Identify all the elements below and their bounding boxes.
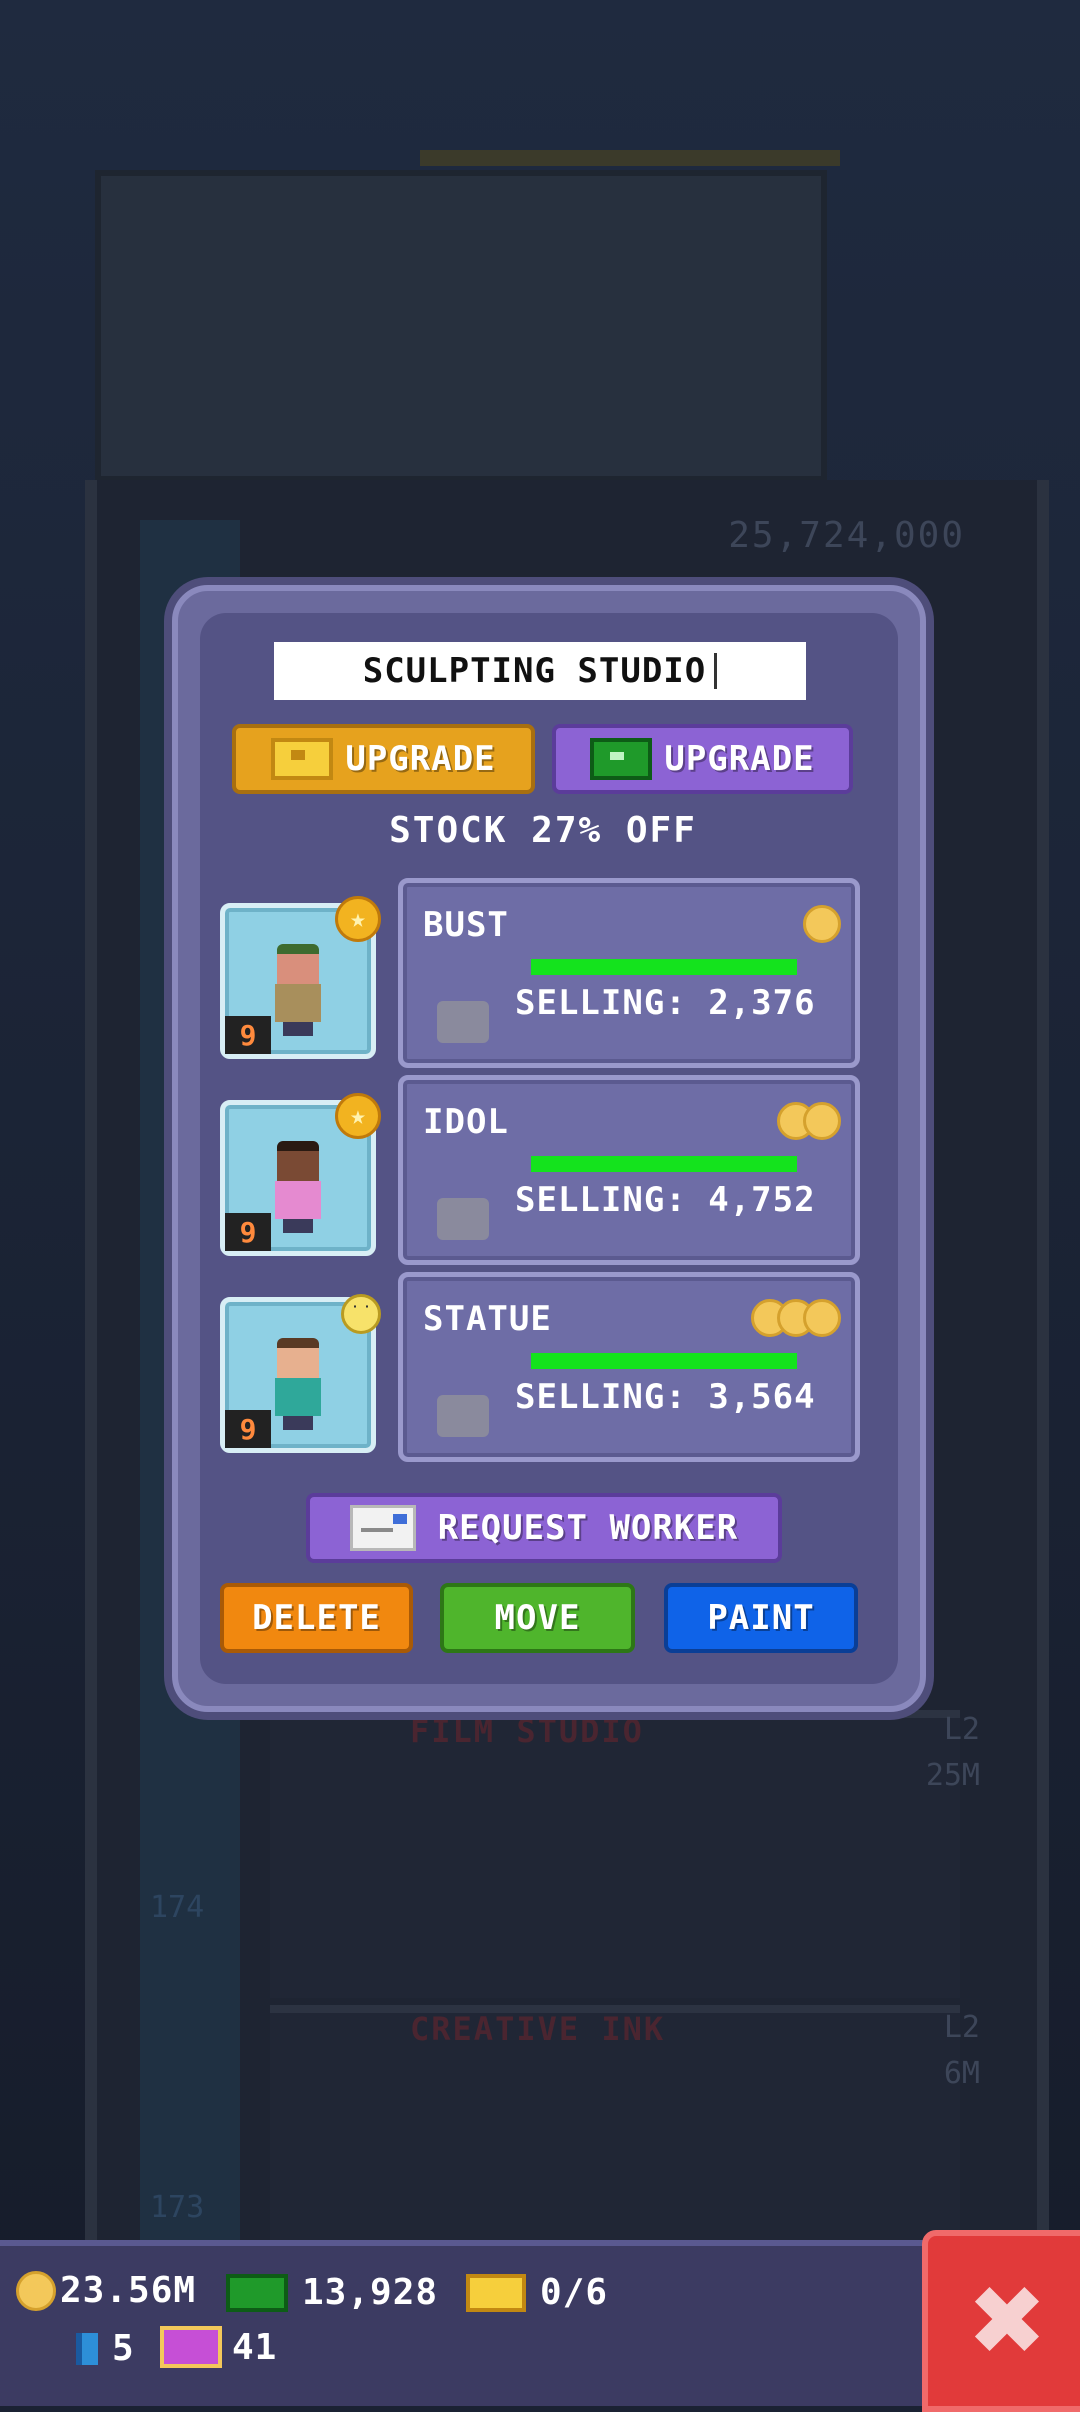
- vip-stat: 41: [160, 2326, 277, 2368]
- neutral-face-icon: ˙˙: [341, 1294, 381, 1334]
- selling-count: SELLING: 2,376: [515, 983, 816, 1023]
- floor-name-input[interactable]: SCULPTING STUDIO: [274, 642, 806, 700]
- gems-value: 5: [112, 2328, 135, 2369]
- coins-value: 23.56M: [60, 2270, 197, 2311]
- text-caret: [714, 653, 718, 689]
- upgrade-with-bux-button[interactable]: UPGRADE: [552, 724, 853, 794]
- product-icon: [437, 1198, 489, 1240]
- bux-icon: [226, 2273, 288, 2312]
- delete-label: DELETE: [252, 1598, 381, 1638]
- delete-button[interactable]: DELETE: [220, 1583, 413, 1653]
- paint-label: PAINT: [707, 1598, 815, 1638]
- floor-name: FILM STUDIO: [410, 1712, 644, 1750]
- product-name: IDOL: [423, 1102, 509, 1142]
- stock-discount-text: STOCK 27% OFF: [389, 810, 697, 851]
- bux-icon: [590, 738, 653, 780]
- floor-name: CREATIVE INK: [410, 2010, 666, 2048]
- vip-value: 41: [232, 2326, 278, 2368]
- game-logo: [250, 0, 550, 150]
- upgrade-cash-label: UPGRADE: [664, 739, 815, 779]
- status-bar: 23.56M 13,928 0/6 5 41: [0, 2240, 930, 2406]
- dream-job-star-icon: ★: [335, 896, 381, 942]
- bux-stat: 13,928: [226, 2272, 438, 2313]
- floor-value: 25M: [925, 1758, 980, 1793]
- roof-pipe: [420, 150, 840, 166]
- product-slot[interactable]: IDOL SELLING: 4,752: [398, 1075, 860, 1265]
- worker-legs: [283, 1219, 313, 1233]
- close-icon: ✖: [966, 2265, 1048, 2377]
- floor-film-studio[interactable]: [270, 1710, 960, 1998]
- stock-bar: [531, 959, 797, 975]
- product-icon: [437, 1001, 489, 1043]
- gem-icon: [76, 2332, 98, 2365]
- floor-name-text: SCULPTING STUDIO: [362, 651, 707, 691]
- worker-sprite: [271, 1141, 325, 1235]
- upgrade-gold-label: UPGRADE: [345, 739, 496, 779]
- price-tier: [777, 1102, 841, 1140]
- coin-icon: [803, 1299, 841, 1337]
- worker-level-badge: 9: [225, 1410, 271, 1448]
- move-button[interactable]: MOVE: [440, 1583, 635, 1653]
- price-tier: [751, 1299, 841, 1337]
- worker-slot[interactable]: 9 ★: [220, 1093, 381, 1256]
- stock-bar: [531, 1353, 797, 1369]
- request-worker-button[interactable]: REQUEST WORKER: [306, 1493, 782, 1563]
- coin-icon: [803, 905, 841, 943]
- tickets-value: 0/6: [540, 2272, 609, 2313]
- product-name: STATUE: [423, 1299, 552, 1339]
- worker-slot[interactable]: 9 ★: [220, 896, 381, 1059]
- worker-body: [275, 1181, 321, 1219]
- vip-ticket-icon: [160, 2326, 222, 2368]
- worker-slot[interactable]: 9 ˙˙: [220, 1294, 381, 1453]
- coins-stat: 23.56M: [16, 2270, 196, 2311]
- stock-bar-fill: [531, 1353, 797, 1369]
- worker-sprite: [271, 944, 325, 1038]
- worker-body: [275, 1378, 321, 1416]
- worker-level-badge: 9: [225, 1016, 271, 1054]
- floor-level: L2: [943, 2010, 980, 2045]
- product-slot[interactable]: STATUE SELLING: 3,564: [398, 1272, 860, 1462]
- coin-icon: [16, 2270, 56, 2311]
- floor-number: 173: [150, 2190, 205, 2225]
- tower-counter: 25,724,000: [728, 515, 965, 556]
- ticket-icon: [271, 738, 334, 780]
- ticket-icon: [466, 2273, 526, 2312]
- bux-value: 13,928: [302, 2272, 439, 2313]
- paint-button[interactable]: PAINT: [664, 1583, 858, 1653]
- dream-job-star-icon: ★: [335, 1093, 381, 1139]
- request-worker-label: REQUEST WORKER: [437, 1508, 739, 1548]
- stock-bar-fill: [531, 959, 797, 975]
- worker-legs: [283, 1416, 313, 1430]
- worker-level-badge: 9: [225, 1213, 271, 1251]
- worker-body: [275, 984, 321, 1022]
- stock-bar-fill: [531, 1156, 797, 1172]
- tickets-stat: 0/6: [466, 2272, 608, 2313]
- worker-legs: [283, 1022, 313, 1036]
- selling-count: SELLING: 3,564: [515, 1377, 816, 1417]
- product-slot[interactable]: BUST SELLING: 2,376: [398, 878, 860, 1068]
- worker-sprite: [271, 1338, 325, 1432]
- price-tier: [803, 905, 841, 943]
- roof-machine: [95, 170, 827, 482]
- envelope-icon: [349, 1505, 416, 1551]
- floor-value: 6M: [943, 2056, 980, 2091]
- upgrade-with-tickets-button[interactable]: UPGRADE: [232, 724, 535, 794]
- product-icon: [437, 1395, 489, 1437]
- close-button[interactable]: ✖: [922, 2230, 1080, 2412]
- selling-count: SELLING: 4,752: [515, 1180, 816, 1220]
- floor-level: L2: [943, 1712, 980, 1747]
- gems-stat: 5: [76, 2328, 135, 2369]
- move-label: MOVE: [494, 1598, 581, 1638]
- floor-number: 174: [150, 1890, 205, 1925]
- coin-icon: [803, 1102, 841, 1140]
- stock-bar: [531, 1156, 797, 1172]
- product-name: BUST: [423, 905, 509, 945]
